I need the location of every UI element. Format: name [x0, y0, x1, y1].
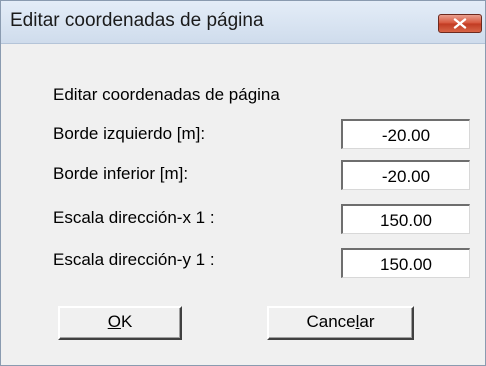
dialog-window: Editar coordenadas de página Editar coor…: [0, 0, 486, 366]
window-title: Editar coordenadas de página: [10, 10, 264, 31]
ok-mnemonic: O: [107, 312, 121, 331]
ok-button[interactable]: OK: [58, 306, 182, 340]
cancel-button[interactable]: Cancelar: [267, 306, 414, 340]
scale-x-label: Escala dirección-x 1 :: [53, 208, 215, 227]
dialog-heading: Editar coordenadas de página: [53, 85, 280, 104]
scale-y-label: Escala dirección-y 1 :: [53, 250, 215, 269]
bottom-border-label: Borde inferior [m]:: [53, 164, 189, 183]
cancel-label-prefix: Cance: [306, 312, 356, 331]
close-button[interactable]: [438, 14, 482, 33]
title-bar[interactable]: Editar coordenadas de página: [1, 1, 485, 44]
scale-y-field[interactable]: 150.00: [341, 248, 470, 278]
ok-label-rest: K: [120, 312, 133, 331]
bottom-border-field[interactable]: -20.00: [341, 160, 470, 190]
left-border-label: Borde izquierdo [m]:: [53, 124, 206, 143]
scale-x-field[interactable]: 150.00: [341, 204, 470, 234]
cancel-label-suffix: ar: [359, 312, 375, 331]
close-icon: [453, 18, 467, 29]
left-border-field[interactable]: -20.00: [341, 119, 470, 149]
